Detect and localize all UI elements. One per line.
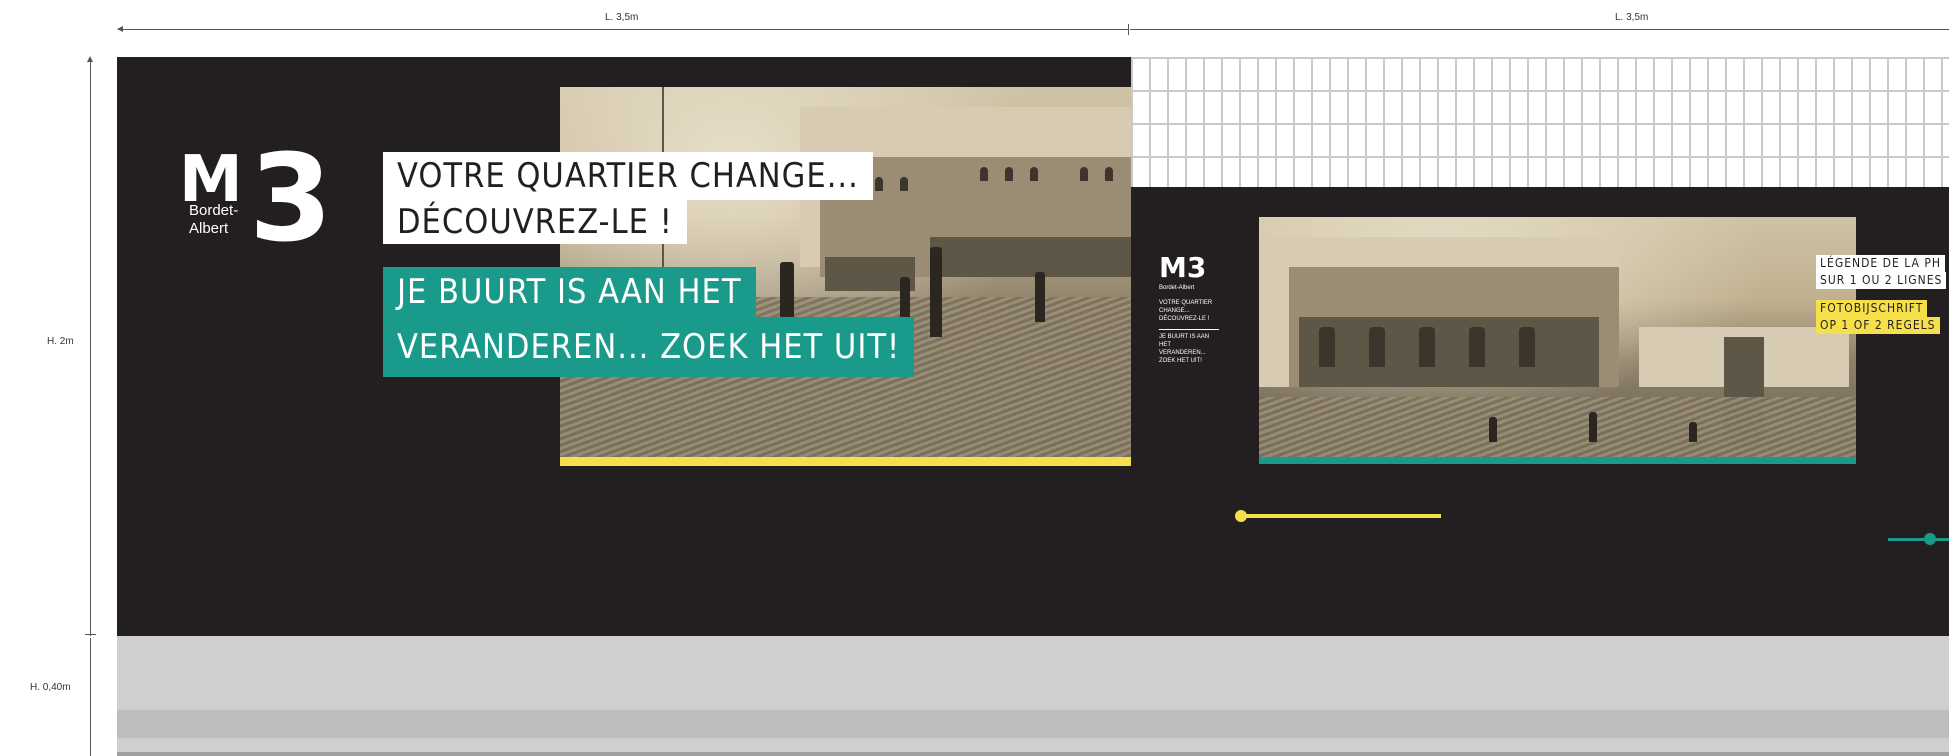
arrow-left-icon — [117, 26, 123, 32]
height-label-main: H. 2m — [47, 336, 74, 347]
fence-grid — [1131, 57, 1949, 187]
headline-nl-line2: VERANDEREN... ZOEK HET UIT! — [383, 317, 915, 377]
tick-mark-icon — [1128, 24, 1129, 35]
small-m3-logo: M3 Bordet-Albert VOTRE QUARTIER CHANGE..… — [1159, 253, 1229, 365]
caption-nl-line1: FOTOBIJSCHRIFT — [1816, 300, 1928, 317]
headline-nl-line1: JE BUURT IS AAN HET — [383, 267, 756, 317]
height-dimension-base — [90, 638, 91, 756]
base-strip-edge — [117, 752, 1949, 756]
m3-logo: M 3 Bordet- Albert — [179, 140, 359, 272]
caption-nl-line2: OP 1 OF 2 REGELS — [1816, 317, 1940, 334]
logo-m-mark: M — [179, 143, 243, 217]
small-logo-text: Bordet-Albert — [1159, 285, 1195, 291]
teal-route-line — [1888, 538, 1949, 541]
headline-fr-line1: VOTRE QUARTIER CHANGE... — [383, 152, 873, 200]
yellow-dot-icon — [1235, 510, 1247, 522]
headline-fr-line2: DÉCOUVREZ-LE ! — [383, 200, 687, 244]
width-label-right: L. 3,5m — [1615, 12, 1649, 23]
hoarding-panel-left: M 3 Bordet- Albert VOTRE QUARTIER CHANGE… — [117, 57, 1131, 636]
tick-mark-icon — [85, 634, 96, 635]
teal-dot-icon — [1924, 533, 1936, 545]
small-logo-mark: M3 — [1159, 251, 1207, 284]
base-strip — [117, 636, 1949, 756]
logo-line2: Albert — [189, 220, 229, 237]
small-headline-nl: JE BUURT IS AAN HET VERANDEREN... ZOEK H… — [1159, 329, 1219, 365]
height-dimension-main — [90, 58, 91, 636]
arrow-up-icon — [87, 56, 93, 62]
logo-line1: Bordet- — [189, 202, 239, 219]
photo-teal-bar — [1259, 457, 1856, 464]
photo-yellow-bar — [560, 457, 1131, 466]
logo-number: 3 — [249, 130, 333, 269]
width-dimension-left — [118, 29, 1128, 30]
historic-station-photo — [1259, 217, 1856, 457]
base-strip-band — [117, 710, 1949, 738]
width-label-left: L. 3,5m — [605, 12, 639, 23]
hoarding-panel-right: M3 Bordet-Albert VOTRE QUARTIER CHANGE..… — [1131, 187, 1949, 636]
caption-fr-line2: SUR 1 OU 2 LIGNES — [1816, 272, 1947, 289]
height-label-base: H. 0,40m — [30, 682, 71, 693]
yellow-route-line — [1241, 514, 1441, 518]
small-headline-fr: VOTRE QUARTIER CHANGE... DÉCOUVREZ-LE ! — [1159, 300, 1213, 322]
width-dimension-right — [1130, 29, 1949, 30]
caption-fr-line1: LÉGENDE DE LA PH — [1816, 255, 1945, 272]
